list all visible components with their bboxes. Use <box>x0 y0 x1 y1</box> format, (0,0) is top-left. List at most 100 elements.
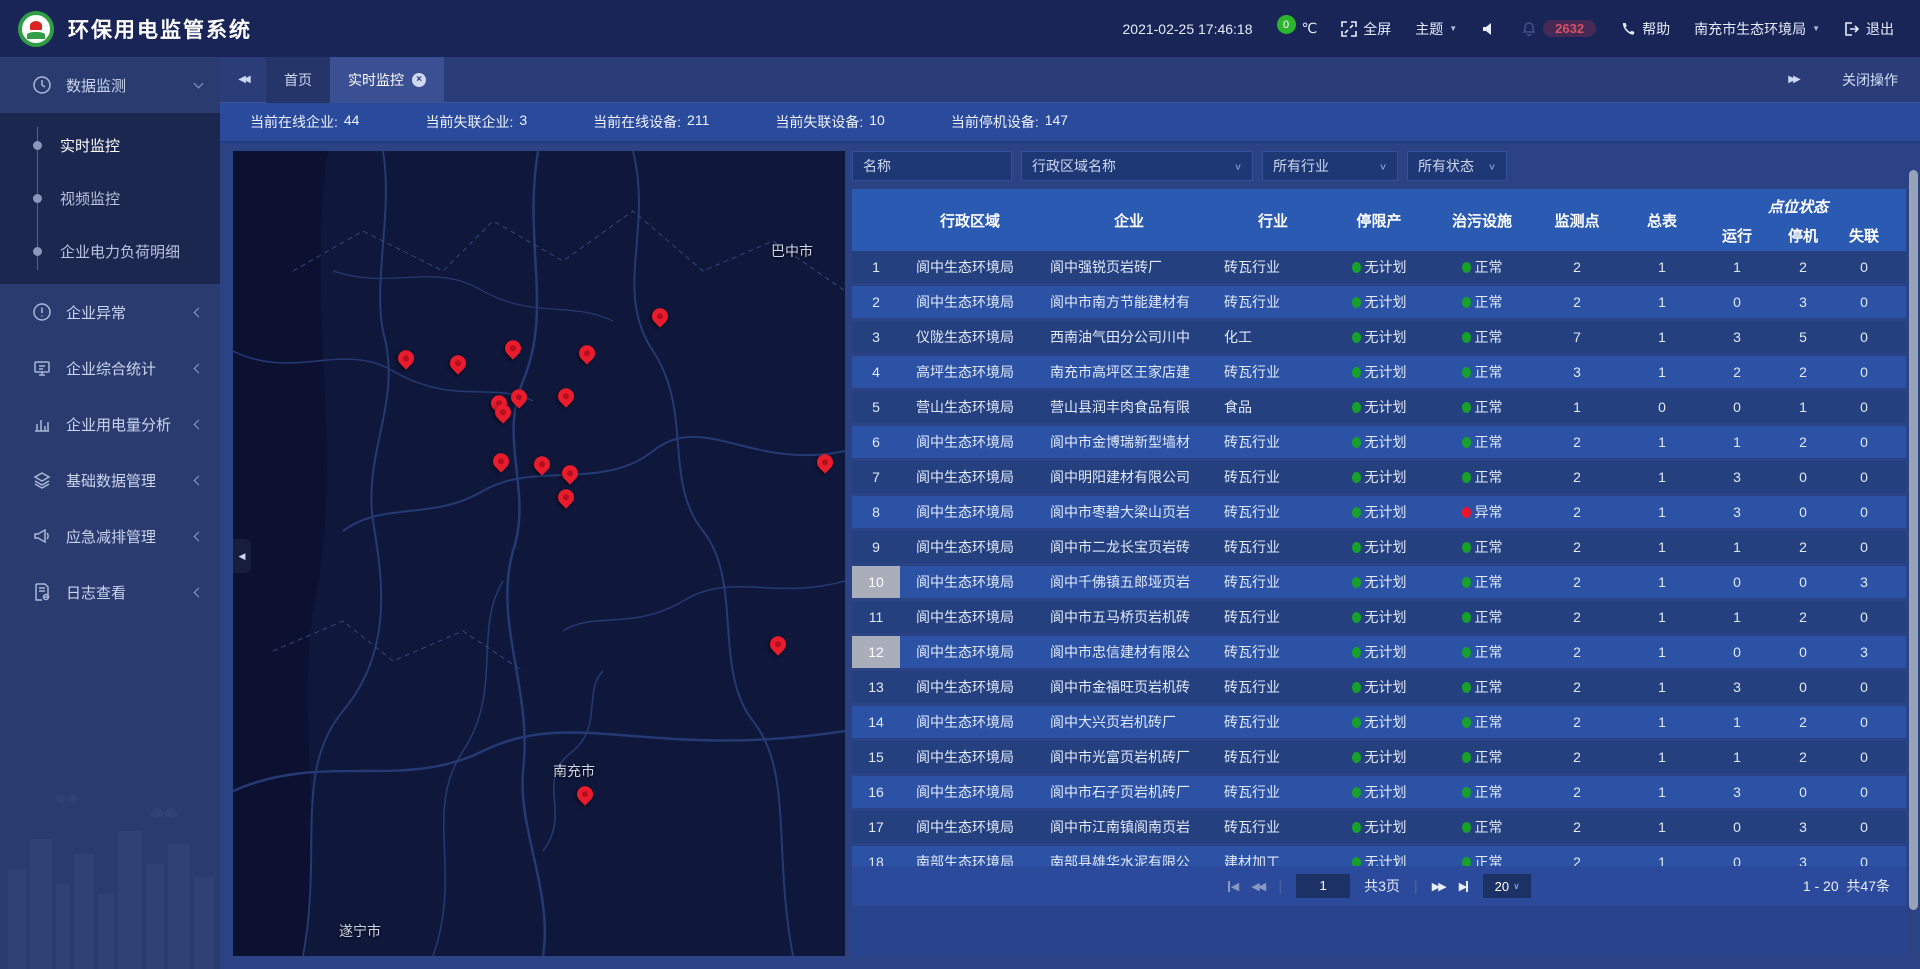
table-row[interactable]: 7 阆中生态环境局 阆中明阳建材有限公司 砖瓦行业 无计划 正常 <box>852 461 1906 493</box>
row-total-cell: 1 <box>1620 854 1704 866</box>
map-pin-marker[interactable] <box>495 404 511 420</box>
row-lost-cell: 0 <box>1836 784 1892 800</box>
row-facility-cell: 正常 <box>1430 747 1534 767</box>
map-pin-marker[interactable] <box>652 308 668 324</box>
org-dropdown[interactable]: 南充市生态环境局 ▼ <box>1694 19 1820 39</box>
first-page-button[interactable]: ◀ <box>1227 880 1237 893</box>
sidebar-subitem-power-load-detail[interactable]: 企业电力负荷明细 <box>0 225 220 278</box>
map-pin-marker[interactable] <box>770 636 786 652</box>
row-industry-cell: 建材加工 <box>1218 852 1328 866</box>
table-row[interactable]: 9 阆中生态环境局 阆中市二龙长宝页岩砖 砖瓦行业 无计划 正常 <box>852 531 1906 563</box>
chevron-down-icon: ▼ <box>1812 24 1820 33</box>
table-row[interactable]: 14 阆中生态环境局 阆中大兴页岩机砖厂 砖瓦行业 无计划 正常 <box>852 706 1906 738</box>
map-pin-marker[interactable] <box>505 340 521 356</box>
table-row[interactable]: 10 阆中生态环境局 阆中千佛镇五郎垭页岩 砖瓦行业 无计划 正常 <box>852 566 1906 598</box>
map-panel-collapse-button[interactable]: ◀ <box>233 539 251 573</box>
region-filter-select[interactable]: 行政区域名称 ∨ <box>1021 151 1253 181</box>
row-stop-plan-cell: 无计划 <box>1328 747 1430 767</box>
page-number-input[interactable]: 1 <box>1296 874 1350 898</box>
table-row[interactable]: 18 南部生态环境局 南部县雄华水泥有限公 建材加工 无计划 正常 <box>852 846 1906 866</box>
status-filter-select[interactable]: 所有状态 ∨ <box>1407 151 1507 181</box>
table-row[interactable]: 16 阆中生态环境局 阆中市石子页岩机砖厂 砖瓦行业 无计划 正常 <box>852 776 1906 808</box>
city-skyline-decoration <box>0 769 220 969</box>
sidebar-item-label: 企业异常 <box>66 302 181 323</box>
previous-page-button[interactable]: ◀◀ <box>1251 880 1264 893</box>
tabs-scroll-left-button[interactable]: ◀◀ <box>220 74 266 85</box>
theme-label: 主题 <box>1415 19 1443 39</box>
map-pin-marker[interactable] <box>493 453 509 469</box>
table-row[interactable]: 6 阆中生态环境局 阆中市金博瑞新型墙材 砖瓦行业 无计划 正常 <box>852 426 1906 458</box>
sidebar-item-label: 企业综合统计 <box>66 358 181 379</box>
row-down-cell: 2 <box>1770 539 1836 555</box>
tab-close-icon[interactable]: × <box>412 73 426 87</box>
notifications[interactable]: 2632 <box>1521 20 1596 37</box>
row-monitor-cell: 2 <box>1534 434 1620 450</box>
sidebar-item-log-view[interactable]: 日志查看 <box>0 564 220 620</box>
name-filter-field[interactable] <box>852 151 1012 181</box>
pin-icon <box>502 337 525 360</box>
map-pin-marker[interactable] <box>577 786 593 802</box>
stop-plan-text: 无计划 <box>1365 397 1407 417</box>
facility-status-dot <box>1462 367 1471 378</box>
fullscreen-button[interactable]: 全屏 <box>1341 19 1391 39</box>
sidebar-item-data-monitoring[interactable]: 数据监测 <box>0 57 220 113</box>
theme-dropdown[interactable]: 主题 ▼ <box>1415 19 1457 39</box>
last-page-button[interactable]: ▶ <box>1459 880 1469 893</box>
row-down-cell: 0 <box>1770 644 1836 660</box>
industry-filter-select[interactable]: 所有行业 ∨ <box>1262 151 1398 181</box>
close-operations-button[interactable]: 关闭操作 <box>1842 70 1898 90</box>
map-pin-marker[interactable] <box>398 350 414 366</box>
help-button[interactable]: 帮助 <box>1620 19 1670 39</box>
map-pin-marker[interactable] <box>558 388 574 404</box>
sidebar-item-enterprise-abnormal[interactable]: 企业异常 <box>0 284 220 340</box>
table-row[interactable]: 17 阆中生态环境局 阆中市江南镇阆南页岩 砖瓦行业 无计划 正常 <box>852 811 1906 843</box>
row-run-cell: 3 <box>1704 679 1770 695</box>
row-monitor-cell: 2 <box>1534 854 1620 866</box>
map-canvas[interactable] <box>233 151 845 956</box>
row-industry-cell: 化工 <box>1218 327 1328 347</box>
brand: 环保用电监管系统 <box>18 11 252 47</box>
sidebar-subitem-realtime-monitoring[interactable]: 实时监控 <box>0 119 220 172</box>
stat-value: 147 <box>1045 112 1068 132</box>
table-row[interactable]: 4 高坪生态环境局 南充市高坪区王家店建 砖瓦行业 无计划 正常 <box>852 356 1906 388</box>
sidebar-item-base-data-management[interactable]: 基础数据管理 <box>0 452 220 508</box>
map-pin-marker[interactable] <box>534 456 550 472</box>
row-down-cell: 3 <box>1770 854 1836 866</box>
exit-button[interactable]: 退出 <box>1844 19 1894 39</box>
sidebar-item-enterprise-statistics[interactable]: 企业综合统计 <box>0 340 220 396</box>
map-pin-marker[interactable] <box>579 345 595 361</box>
page-size-select[interactable]: 20 ∨ <box>1483 874 1531 898</box>
name-filter-input[interactable] <box>863 158 1001 174</box>
table-row[interactable]: 13 阆中生态环境局 阆中市金福旺页岩机砖 砖瓦行业 无计划 正常 <box>852 671 1906 703</box>
table-row[interactable]: 3 仪陇生态环境局 西南油气田分公司川中 化工 无计划 正常 <box>852 321 1906 353</box>
map-city-label: 遂宁市 <box>339 921 381 941</box>
row-company-cell: 阆中大兴页岩机砖厂 <box>1040 712 1218 732</box>
map-pin-marker[interactable] <box>558 489 574 505</box>
table-row[interactable]: 8 阆中生态环境局 阆中市枣碧大梁山页岩 砖瓦行业 无计划 异常 <box>852 496 1906 528</box>
mute-button[interactable] <box>1481 21 1497 37</box>
sidebar-item-emergency-reduction[interactable]: 应急减排管理 <box>0 508 220 564</box>
row-region-cell: 阆中生态环境局 <box>900 537 1040 557</box>
table-row[interactable]: 2 阆中生态环境局 阆中市南方节能建材有 砖瓦行业 无计划 正常 <box>852 286 1906 318</box>
sidebar-subitem-video-monitoring[interactable]: 视频监控 <box>0 172 220 225</box>
row-company-cell: 阆中市金博瑞新型墙材 <box>1040 432 1218 452</box>
tab-realtime-monitoring[interactable]: 实时监控 × <box>330 57 444 103</box>
table-row[interactable]: 12 阆中生态环境局 阆中市忠信建材有限公 砖瓦行业 无计划 正常 <box>852 636 1906 668</box>
table-row[interactable]: 15 阆中生态环境局 阆中市光富页岩机砖厂 砖瓦行业 无计划 正常 <box>852 741 1906 773</box>
next-page-button[interactable]: ▶▶ <box>1432 880 1445 893</box>
row-region-cell: 营山生态环境局 <box>900 397 1040 417</box>
stop-plan-text: 无计划 <box>1365 607 1407 627</box>
table-header: 行政区域 企业 行业 停限产 治污设施 监测点 总表 点位状态 运行 停机 失联 <box>852 189 1906 251</box>
tabs-scroll-right-button[interactable]: ▶▶ <box>1770 74 1816 85</box>
tab-home[interactable]: 首页 <box>266 57 330 103</box>
map-pin-marker[interactable] <box>817 454 833 470</box>
map-pin-marker[interactable] <box>450 355 466 371</box>
page-scrollbar-thumb[interactable] <box>1909 170 1918 910</box>
table-row[interactable]: 11 阆中生态环境局 阆中市五马桥页岩机砖 砖瓦行业 无计划 正常 <box>852 601 1906 633</box>
fullscreen-icon <box>1341 21 1357 37</box>
map-pin-marker[interactable] <box>562 465 578 481</box>
sidebar-item-power-usage-analysis[interactable]: 企业用电量分析 <box>0 396 220 452</box>
map-pin-marker[interactable] <box>511 389 527 405</box>
table-row[interactable]: 1 阆中生态环境局 阆中强锐页岩砖厂 砖瓦行业 无计划 正常 <box>852 251 1906 283</box>
table-row[interactable]: 5 营山生态环境局 营山县润丰肉食品有限 食品 无计划 正常 <box>852 391 1906 423</box>
